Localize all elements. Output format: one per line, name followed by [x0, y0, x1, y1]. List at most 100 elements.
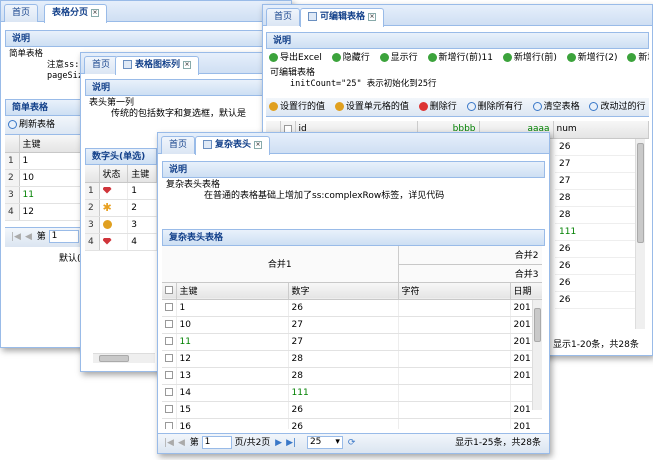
next-page-icon[interactable]: ▶	[275, 438, 282, 448]
refresh-button[interactable]: 刷新表格	[19, 120, 55, 130]
table-row[interactable]: 10 27 201	[162, 316, 542, 334]
close-icon[interactable]: ×	[91, 8, 100, 17]
col-status-header[interactable]: 状态	[99, 165, 129, 183]
desc-body: 可编辑表格 initCount="25" 表示初始化到25行	[266, 68, 649, 92]
export-excel-button[interactable]: 导出Excel	[269, 53, 322, 63]
table-row[interactable]: 4 12	[5, 203, 85, 221]
cell[interactable]: 26	[555, 292, 635, 309]
row-checkbox[interactable]	[165, 320, 173, 328]
merge1-header: 合并1	[162, 246, 399, 283]
page-input[interactable]: 1	[201, 436, 232, 449]
table-row[interactable]: 3 11	[5, 186, 85, 204]
col-key-header[interactable]: 主键	[127, 165, 157, 183]
add-icon	[502, 53, 512, 62]
tab-home[interactable]: 首页	[4, 4, 39, 22]
changed-rows-button[interactable]: 改动过的行	[589, 102, 645, 112]
table-row[interactable]: 33	[85, 216, 157, 234]
cell[interactable]: 28	[555, 190, 635, 207]
cell[interactable]: 27	[555, 156, 635, 173]
first-page-icon[interactable]: |◀	[164, 438, 174, 448]
red-gem-icon	[102, 237, 112, 245]
grid-icon	[308, 12, 317, 21]
hide-row-button[interactable]: 隐藏行	[331, 53, 370, 63]
table-row[interactable]: 11	[85, 182, 157, 200]
last-page-icon[interactable]: ▶|	[286, 438, 296, 448]
merge2-header: 合并2	[398, 246, 542, 265]
set-row-value-button[interactable]: 设置行的值	[269, 102, 325, 112]
first-page-icon[interactable]: |◀	[11, 232, 21, 242]
horizontal-scrollbar[interactable]	[93, 353, 155, 363]
cell[interactable]: 26	[555, 241, 635, 258]
table-row[interactable]: 2 ✱ 2	[85, 199, 157, 217]
col-key-header[interactable]: 主键	[19, 135, 85, 153]
prev-page-icon[interactable]: ◀	[25, 232, 32, 242]
tab-editable[interactable]: 可编辑表格 ×	[300, 8, 385, 27]
col-key-header[interactable]: 主键	[176, 282, 289, 300]
row-checkbox[interactable]	[165, 422, 173, 429]
table-row[interactable]: 14 111	[162, 384, 542, 402]
add-icon	[627, 53, 637, 62]
refresh-icon[interactable]: ⟳	[348, 438, 356, 448]
comment-icon	[532, 102, 542, 111]
table-row[interactable]: 44	[85, 233, 157, 251]
rownum-header	[5, 135, 20, 153]
tab-icon-column[interactable]: 表格图标列 ×	[115, 56, 200, 75]
add-row-before-button[interactable]: 新增行(前)	[502, 53, 557, 63]
col-date-header[interactable]: 日期	[510, 282, 542, 300]
add-row-2-button[interactable]: 新增行(2)	[566, 53, 618, 63]
tab-home[interactable]: 首页	[84, 56, 119, 74]
cell[interactable]: 27	[555, 173, 635, 190]
page-size-select[interactable]: 25 ▾	[306, 436, 343, 449]
close-icon[interactable]: ×	[183, 60, 192, 69]
tab-home[interactable]: 首页	[161, 136, 196, 154]
page-input[interactable]: 1	[48, 229, 79, 243]
hide-icon	[331, 53, 341, 62]
show-row-button[interactable]: 显示行	[379, 53, 418, 63]
vertical-scrollbar[interactable]	[532, 300, 542, 410]
cell[interactable]: 26	[555, 258, 635, 275]
row-checkbox[interactable]	[165, 371, 173, 379]
col-number-header[interactable]: 数字	[288, 282, 399, 300]
table-row[interactable]: 11 27 201	[162, 333, 542, 351]
row-checkbox[interactable]	[165, 337, 173, 345]
select-all-checkbox[interactable]	[162, 282, 177, 300]
close-icon[interactable]: ×	[368, 12, 377, 21]
desc-header: 说明	[5, 30, 287, 47]
prev-page-icon[interactable]: ◀	[178, 438, 185, 448]
tab-complex-header[interactable]: 复杂表头 ×	[195, 136, 271, 155]
col-num-header[interactable]: num	[553, 121, 649, 139]
table-row[interactable]: 12 28 201	[162, 350, 542, 368]
set-cell-value-button[interactable]: 设置单元格的值	[334, 102, 409, 112]
tab-paging[interactable]: 表格分页 ×	[44, 4, 108, 23]
vertical-scrollbar[interactable]	[635, 139, 645, 329]
cell[interactable]: 26	[555, 139, 635, 156]
cell[interactable]: 28	[555, 207, 635, 224]
table-row[interactable]: 11	[5, 152, 85, 170]
delete-row-button[interactable]: 删除行	[418, 102, 457, 112]
row-checkbox[interactable]	[165, 354, 173, 362]
add-row-before-11-button[interactable]: 新增行(前)11	[427, 53, 493, 63]
tab-home[interactable]: 首页	[266, 8, 301, 26]
gear-star-icon: ✱	[102, 200, 112, 214]
add-row-before-2-button[interactable]: 新增行(前)	[627, 53, 649, 63]
row-checkbox[interactable]	[165, 388, 173, 396]
table-row[interactable]: 2 10	[5, 169, 85, 187]
cell[interactable]: 26	[555, 275, 635, 292]
desc-line: 传统的包括数字和复选框，默认是	[111, 109, 247, 119]
cell[interactable]: 111	[555, 224, 635, 241]
table-row[interactable]: 16 26 201	[162, 418, 542, 429]
bottom-note: 默认(	[59, 254, 81, 264]
row-checkbox[interactable]	[165, 303, 173, 311]
table-row[interactable]: 13 28 201	[162, 367, 542, 385]
pager-info: 显示1-20条，共28条	[553, 340, 639, 350]
delete-all-rows-button[interactable]: 删除所有行	[466, 102, 523, 112]
col-string-header[interactable]: 字符	[398, 282, 511, 300]
row-checkbox[interactable]	[165, 405, 173, 413]
desc-header: 说明	[266, 32, 649, 49]
close-icon[interactable]: ×	[254, 140, 263, 149]
table-row[interactable]: 15 26 201	[162, 401, 542, 419]
table-row[interactable]: 1 26 201	[162, 299, 542, 317]
rownum-header	[85, 165, 100, 183]
tab-label: 可编辑表格	[320, 12, 366, 22]
clear-table-button[interactable]: 清空表格	[532, 102, 580, 112]
